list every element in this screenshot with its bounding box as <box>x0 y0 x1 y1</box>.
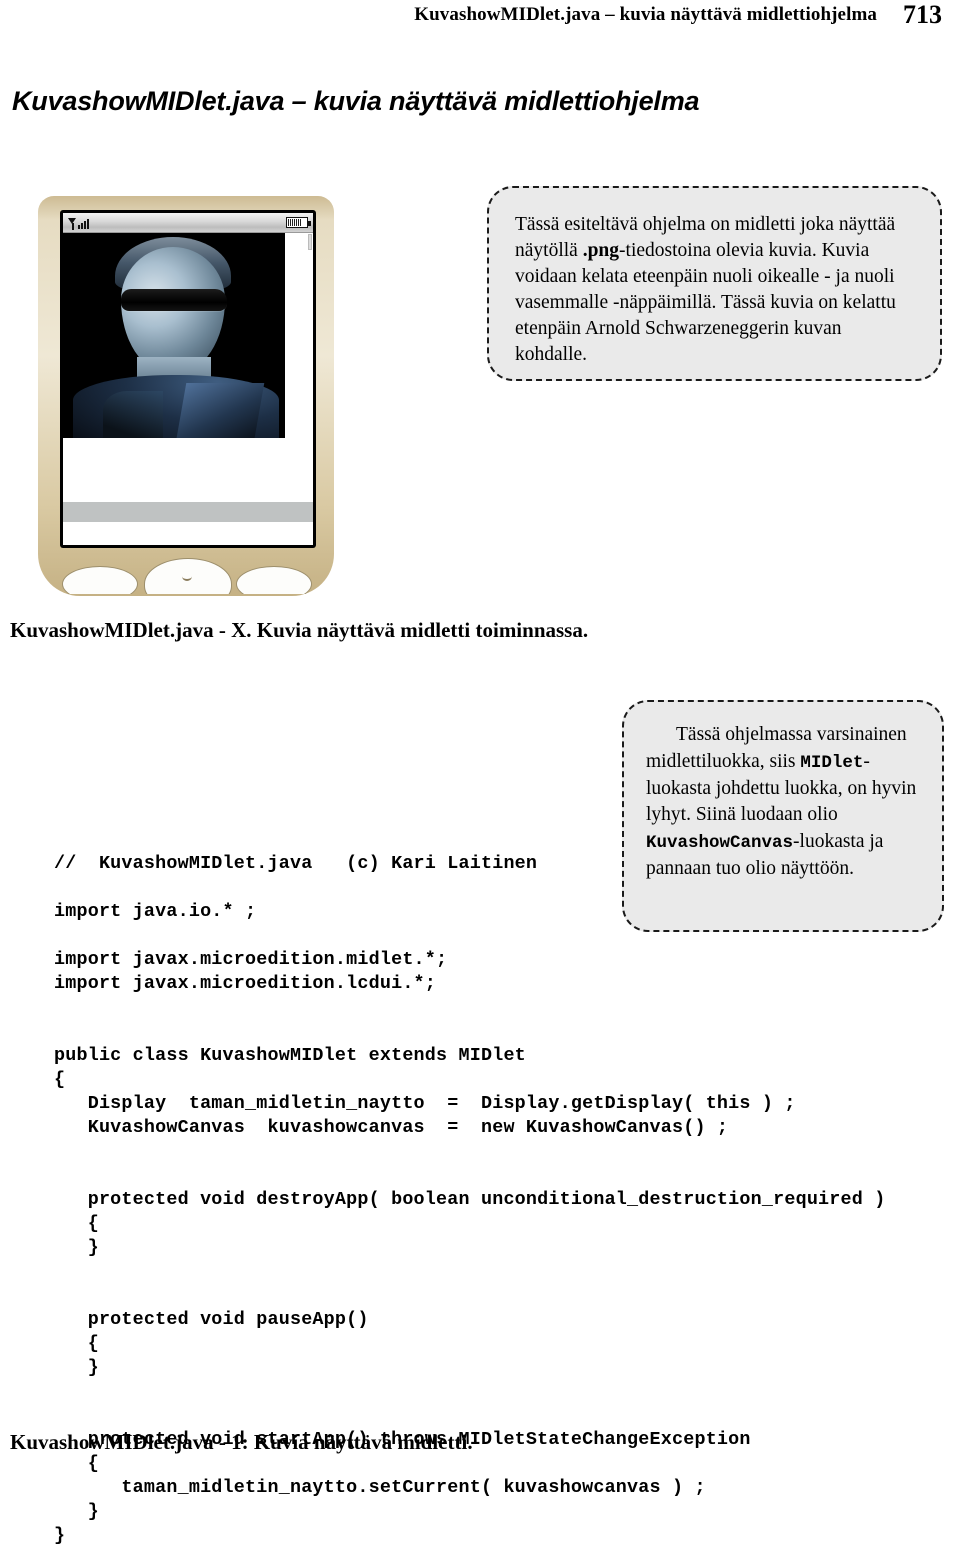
phone-status-bar <box>63 213 313 233</box>
listing-caption: KuvashowMIDlet.java - 1: Kuvia näyttävä … <box>10 1430 473 1454</box>
battery-level-fill <box>288 219 301 226</box>
signal-strength-bars <box>78 219 89 229</box>
figure-caption: KuvashowMIDlet.java - X. Kuvia näyttävä … <box>10 618 589 642</box>
antenna-icon <box>68 218 77 230</box>
running-head-title: KuvashowMIDlet.java – kuvia näyttävä mid… <box>414 4 877 25</box>
callout-1-bold-png: .png <box>582 239 620 261</box>
terminator-photo <box>63 233 285 438</box>
page-number: 713 <box>903 0 942 29</box>
callout-program-description-text: Tässä esiteltävä ohjelma on midletti jok… <box>515 212 916 368</box>
navigation-key-dot-icon <box>182 572 192 581</box>
softkey-bar <box>63 500 313 522</box>
photo-shoulder <box>103 391 163 438</box>
photo-jacket-lapel <box>175 383 265 438</box>
phone-keypad <box>56 554 318 594</box>
battery-icon <box>286 217 311 228</box>
page-title: KuvashowMIDlet.java – kuvia näyttävä mid… <box>12 86 700 117</box>
phone-emulator-figure <box>38 196 334 596</box>
callout-2-code-midlet: MIDlet <box>800 752 864 773</box>
callout-2-code-kuvashowcanvas: KuvashowCanvas <box>646 833 794 854</box>
running-head: KuvashowMIDlet.java – kuvia näyttävä mid… <box>0 0 960 40</box>
right-softkey[interactable] <box>236 566 312 594</box>
sunglasses-icon <box>121 289 227 311</box>
scrollbar-thumb[interactable] <box>308 234 312 250</box>
phone-screen <box>63 213 313 545</box>
signal-bars-icon <box>68 216 89 230</box>
left-softkey[interactable] <box>62 566 138 594</box>
midlet-canvas-area <box>63 233 313 522</box>
callout-program-description: Tässä esiteltävä ohjelma on midletti jok… <box>487 186 942 381</box>
phone-screen-bezel <box>60 210 316 548</box>
canvas-right-margin <box>285 233 313 438</box>
